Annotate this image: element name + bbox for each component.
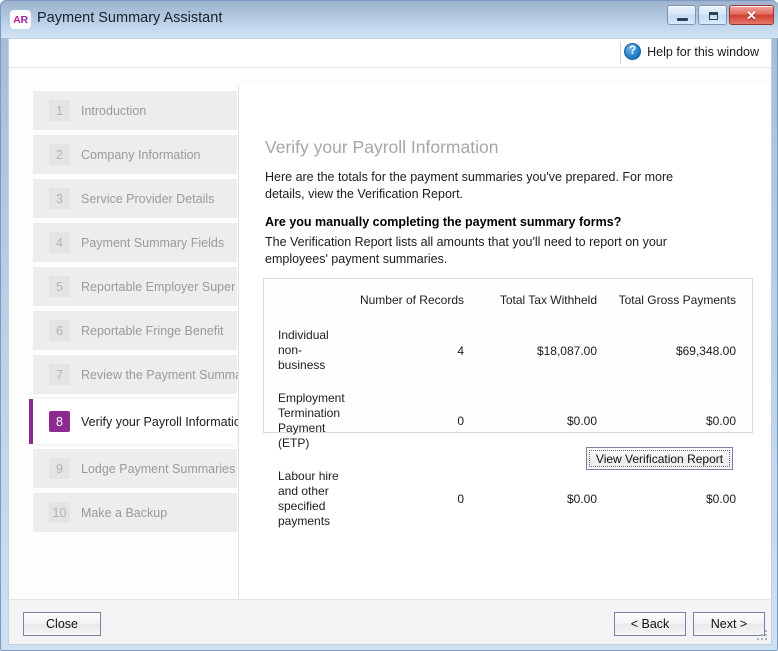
row-label: Labour hire and other specified payments: [278, 469, 339, 528]
sidebar-item-introduction[interactable]: 1 Introduction: [33, 91, 237, 130]
help-link-label: Help for this window: [647, 44, 759, 59]
step-number: 8: [49, 411, 70, 432]
close-icon: ✕: [746, 7, 757, 23]
step-number: 5: [49, 276, 70, 297]
step-label: Service Provider Details: [81, 191, 215, 206]
maximize-icon: [709, 12, 718, 20]
row-tax-withheld: $0.00: [566, 492, 597, 506]
step-number: 2: [49, 144, 70, 165]
column-header-category: [264, 279, 346, 319]
client-area: ? Help for this window 1 Introduction 2 …: [8, 38, 772, 638]
column-header-total-tax-withheld: Total Tax Withheld: [499, 293, 597, 307]
step-label: Company Information: [81, 147, 201, 162]
back-button-label: < Back: [630, 617, 670, 631]
intro-paragraph: Here are the totals for the payment summ…: [265, 170, 674, 201]
step-label: Verify your Payroll Information: [81, 414, 248, 429]
footer-bar: Close < Back Next >: [8, 599, 772, 645]
page-title: Verify your Payroll Information: [265, 137, 499, 157]
sidebar-item-reportable-employer-super[interactable]: 5 Reportable Employer Super: [33, 267, 237, 306]
minimize-button[interactable]: [667, 5, 696, 25]
question-heading: Are you manually completing the payment …: [265, 215, 622, 229]
main-content-panel: Verify your Payroll Information Here are…: [238, 85, 771, 620]
window-title: Payment Summary Assistant: [37, 10, 223, 26]
sidebar-item-service-provider-details[interactable]: 3 Service Provider Details: [33, 179, 237, 218]
window-controls: ✕: [667, 5, 774, 25]
question-mark-icon: ?: [624, 43, 642, 60]
sidebar-item-make-a-backup[interactable]: 10 Make a Backup: [33, 493, 237, 532]
row-label: Employment Termination Payment (ETP): [278, 391, 345, 450]
question-paragraph: The Verification Report lists all amount…: [265, 235, 667, 266]
step-number: 6: [49, 320, 70, 341]
close-button[interactable]: Close: [23, 612, 101, 636]
table-row: Labour hire and other specified payments…: [264, 460, 752, 538]
row-gross-payments: $0.00: [705, 492, 736, 506]
step-label: Introduction: [81, 103, 147, 118]
step-label: Lodge Payment Summaries: [81, 461, 236, 476]
help-bar: ? Help for this window: [9, 39, 771, 68]
row-records: 4: [457, 343, 464, 358]
app-logo-icon: AR: [10, 10, 31, 29]
next-button-label: Next >: [710, 617, 748, 631]
sidebar-item-verify-your-payroll-information[interactable]: 8 Verify your Payroll Information: [29, 399, 248, 444]
step-number: 9: [49, 458, 70, 479]
step-number: 1: [49, 100, 70, 121]
focus-outline: [589, 450, 730, 467]
wizard-step-sidebar: 1 Introduction 2 Company Information 3 S…: [29, 91, 262, 537]
sidebar-item-company-information[interactable]: 2 Company Information: [33, 135, 237, 174]
table-header-row: Number of Records Total Tax Withheld Tot…: [264, 279, 752, 319]
sidebar-item-lodge-payment-summaries[interactable]: 9 Lodge Payment Summaries: [33, 449, 237, 488]
minimize-icon: [677, 18, 688, 21]
resize-grip[interactable]: [755, 628, 767, 640]
title-bar: AR Payment Summary Assistant ✕: [1, 1, 778, 38]
step-label: Reportable Employer Super: [81, 279, 236, 294]
application-window: AR Payment Summary Assistant ✕ ? Help fo…: [0, 0, 778, 651]
row-records: 0: [457, 492, 464, 506]
step-number: 3: [49, 188, 70, 209]
row-gross-payments: $69,348.00: [675, 343, 736, 358]
step-label: Review the Payment Summaries: [81, 367, 263, 382]
payroll-totals-table: Number of Records Total Tax Withheld Tot…: [263, 278, 753, 528]
step-number: 10: [49, 502, 70, 523]
sidebar-item-payment-summary-fields[interactable]: 4 Payment Summary Fields: [33, 223, 237, 262]
help-divider: [620, 42, 621, 64]
row-label: Individual non-business: [278, 328, 329, 372]
view-verification-report-button[interactable]: View Verification Report: [586, 447, 733, 470]
step-number: 7: [49, 364, 70, 385]
back-button[interactable]: < Back: [614, 612, 686, 636]
help-for-this-window-link[interactable]: ? Help for this window: [624, 43, 759, 60]
close-button-label: Close: [46, 617, 78, 631]
step-label: Reportable Fringe Benefit: [81, 323, 224, 338]
row-tax-withheld: $18,087.00: [536, 343, 597, 358]
step-number: 4: [49, 232, 70, 253]
maximize-restore-button[interactable]: [698, 5, 727, 25]
sidebar-item-review-the-payment-summaries[interactable]: 7 Review the Payment Summaries: [33, 355, 262, 394]
step-label: Make a Backup: [81, 505, 168, 520]
row-records: 0: [457, 414, 464, 428]
close-window-button[interactable]: ✕: [729, 5, 774, 25]
sidebar-item-reportable-fringe-benefit[interactable]: 6 Reportable Fringe Benefit: [33, 311, 237, 350]
column-header-total-gross-payments: Total Gross Payments: [618, 293, 736, 307]
table-row: Individual non-business 4 $18,087.00 $69…: [264, 319, 752, 382]
step-label: Payment Summary Fields: [81, 235, 225, 250]
column-header-number-of-records: Number of Records: [359, 293, 464, 307]
